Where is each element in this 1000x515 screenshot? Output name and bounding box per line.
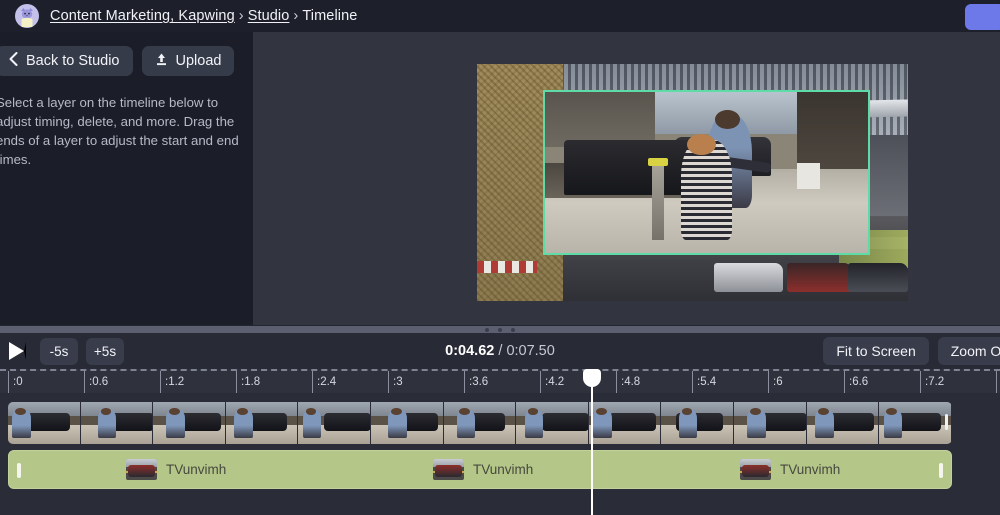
timeline-tracks: TVunvimh TVunvimh TVunvimh xyxy=(0,393,1000,515)
layer-name-label: TVunvimh xyxy=(166,462,226,477)
selected-overlay-layer[interactable] xyxy=(543,90,870,255)
chevron-left-icon xyxy=(9,52,18,70)
seek-back-5s-button[interactable]: -5s xyxy=(40,338,78,365)
panel-resize-divider[interactable] xyxy=(0,326,1000,333)
divider-dot xyxy=(485,328,489,332)
preview-canvas[interactable] xyxy=(253,32,1000,325)
ruler-tick: :0.6 xyxy=(84,371,108,393)
filmstrip-frame xyxy=(226,402,299,444)
overlay-building-left xyxy=(545,92,655,147)
breadcrumb: Content Marketing, Kapwing›Studio›Timeli… xyxy=(50,8,357,24)
filmstrip-frame xyxy=(734,402,807,444)
back-to-studio-button[interactable]: Back to Studio xyxy=(0,46,133,76)
ruler-tick: : xyxy=(996,371,1000,393)
breadcrumb-current-page: Timeline xyxy=(302,8,357,24)
breadcrumb-studio[interactable]: Studio xyxy=(248,8,290,24)
video-thumbnail xyxy=(433,459,464,480)
upload-label: Upload xyxy=(176,53,222,69)
video-preview-frame[interactable] xyxy=(477,64,908,301)
ruler-tick: :6.6 xyxy=(844,371,868,393)
filmstrip-frame xyxy=(589,402,662,444)
divider-dot xyxy=(511,328,515,332)
time-separator: / xyxy=(498,343,502,359)
breadcrumb-separator-1: › xyxy=(235,8,248,24)
background-curb xyxy=(477,261,537,273)
race-car-2 xyxy=(787,263,852,291)
filmstrip-frame xyxy=(879,402,952,444)
playback-toolbar: -5s +5s 0:04.62 / 0:07.50 Fit to Screen … xyxy=(0,333,1000,369)
back-to-studio-label: Back to Studio xyxy=(26,53,120,69)
overlay-parking-meter xyxy=(652,163,665,240)
layer-name-label: TVunvimh xyxy=(780,462,840,477)
breadcrumb-separator-2: › xyxy=(289,8,302,24)
ruler-tick: :7.2 xyxy=(920,371,944,393)
timeline-ruler[interactable]: :0 :0.6 :1.2 :1.8 :2.4 :3 :3.6 :4.2 :4.8 :5.4 :6 :6… xyxy=(0,369,1000,393)
layer-name-label: TVunvimh xyxy=(473,462,533,477)
ruler-tick: :3.6 xyxy=(464,371,488,393)
layer-trim-handle-right[interactable] xyxy=(939,463,943,478)
filmstrip-frame xyxy=(8,402,81,444)
filmstrip-frame xyxy=(516,402,589,444)
seek-forward-5s-button[interactable]: +5s xyxy=(86,338,124,365)
total-time: 0:07.50 xyxy=(506,343,554,359)
kapwing-studio-timeline: Content Marketing, Kapwing›Studio›Timeli… xyxy=(0,0,1000,515)
race-car-1 xyxy=(714,263,783,291)
ruler-tick: :1.2 xyxy=(160,371,184,393)
overlay-person-back-head xyxy=(715,110,741,129)
ruler-tick: :2.4 xyxy=(312,371,336,393)
upload-button[interactable]: Upload xyxy=(142,46,235,76)
playhead-line xyxy=(591,369,593,515)
sidebar-hint-text: Select a layer on the timeline below to … xyxy=(0,93,248,169)
ruler-tick: :4.8 xyxy=(616,371,640,393)
filmstrip-frame xyxy=(444,402,517,444)
ruler-tick: :3 xyxy=(388,371,403,393)
play-icon[interactable] xyxy=(9,342,26,360)
left-sidebar: Back to Studio Upload Select a layer on … xyxy=(0,32,253,325)
ruler-tick: :1.8 xyxy=(236,371,260,393)
ruler-tick: :5.4 xyxy=(692,371,716,393)
video-thumbnail xyxy=(740,459,771,480)
divider-dot xyxy=(498,328,502,332)
sidebar-button-row: Back to Studio Upload xyxy=(0,32,253,76)
zoom-out-button[interactable]: Zoom Out xyxy=(938,337,1000,365)
fit-to-screen-button[interactable]: Fit to Screen xyxy=(823,337,928,365)
playhead-handle[interactable] xyxy=(583,369,601,387)
layer-label-item: TVunvimh xyxy=(433,451,533,488)
ruler-tick: :4.2 xyxy=(540,371,564,393)
filmstrip-frame xyxy=(371,402,444,444)
filmstrip-frame xyxy=(153,402,226,444)
breadcrumb-project[interactable]: Content Marketing, Kapwing xyxy=(50,8,235,24)
overlay-person-front xyxy=(681,140,733,240)
filmstrip-frame xyxy=(807,402,880,444)
overlay-sidewalk-sign xyxy=(797,163,820,189)
toolbar-right-group: Fit to Screen Zoom Out xyxy=(823,337,1000,365)
layer-label-group: TVunvimh TVunvimh TVunvimh xyxy=(9,451,951,488)
layer-label-item: TVunvimh xyxy=(740,451,840,488)
timeline-layer-clip[interactable]: TVunvimh TVunvimh TVunvimh xyxy=(8,450,952,489)
ruler-tick: :6 xyxy=(768,371,783,393)
current-time: 0:04.62 xyxy=(445,343,494,359)
filmstrip-track[interactable] xyxy=(8,402,952,444)
ruler-tick: :0 xyxy=(8,371,23,393)
topbar-action-button[interactable] xyxy=(965,4,1000,30)
overlay-person-front-head xyxy=(687,134,716,155)
filmstrip-trim-handle-right[interactable] xyxy=(945,414,948,430)
overlay-parking-meter-head xyxy=(648,158,667,166)
filmstrip-frame xyxy=(298,402,371,444)
race-car-3 xyxy=(848,263,908,291)
video-thumbnail xyxy=(126,459,157,480)
cat-avatar-icon[interactable] xyxy=(15,4,39,28)
filmstrip-frame xyxy=(661,402,734,444)
layer-label-item: TVunvimh xyxy=(126,451,226,488)
upload-icon xyxy=(155,52,168,70)
filmstrip-frame xyxy=(81,402,154,444)
top-bar: Content Marketing, Kapwing›Studio›Timeli… xyxy=(0,0,1000,32)
